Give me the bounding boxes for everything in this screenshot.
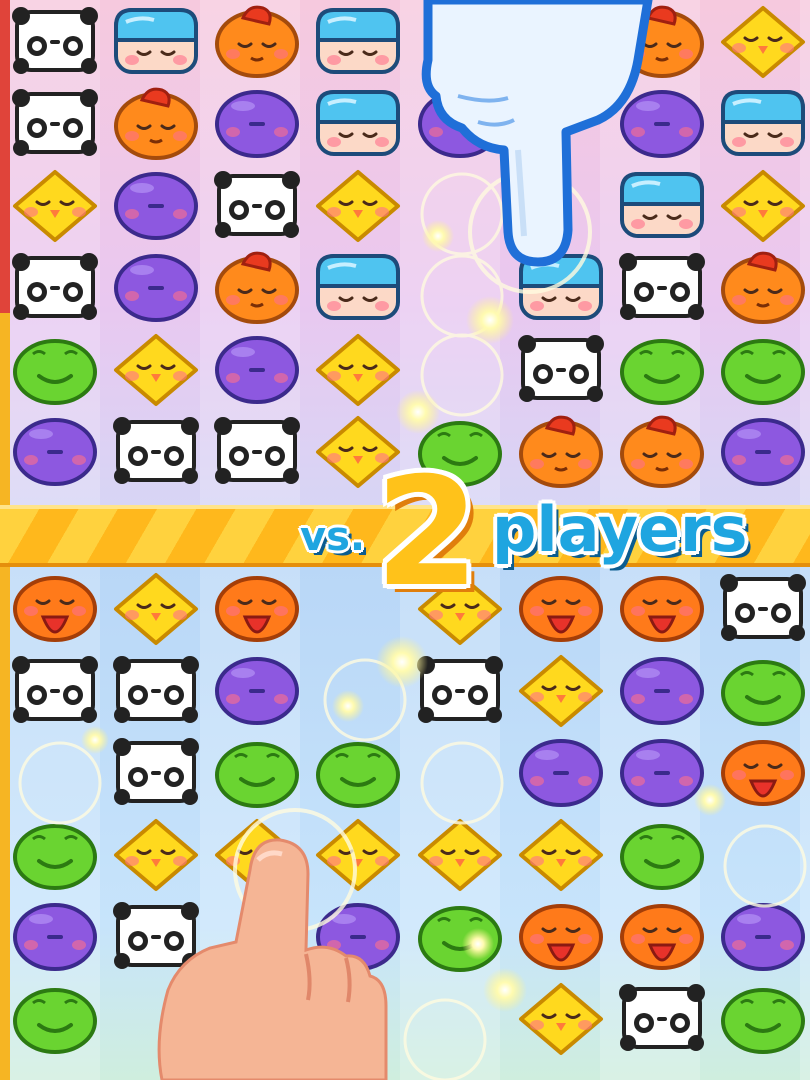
top-board-frog-piece[interactable] (717, 332, 809, 406)
bottom-board-frog-piece[interactable] (211, 735, 303, 809)
bottom-board-panda-piece[interactable] (110, 735, 202, 809)
banner-players-text: players (492, 493, 748, 566)
banner-vs-text: vs. (300, 514, 366, 560)
bottom-board-plum-piece[interactable] (515, 735, 607, 809)
top-board-plum-piece[interactable] (110, 250, 202, 324)
bottom-board-chick-piece[interactable] (110, 571, 202, 645)
top-board-panda-piece[interactable] (515, 332, 607, 406)
top-board-chick-piece[interactable] (9, 168, 101, 242)
bottom-board-fox-piece[interactable] (211, 571, 303, 645)
bottom-board-frog-piece[interactable] (717, 981, 809, 1055)
top-board-panda-piece[interactable] (211, 168, 303, 242)
top-board-frog-piece[interactable] (9, 332, 101, 406)
top-board-plum-piece[interactable] (211, 332, 303, 406)
bottom-board-fox-piece[interactable] (616, 899, 708, 973)
bottom-board-chick-piece[interactable] (515, 653, 607, 727)
bottom-board-chick-piece[interactable] (414, 817, 506, 891)
top-board-bird-piece[interactable] (211, 4, 303, 78)
top-board-plum-piece[interactable] (110, 168, 202, 242)
bottom-board-chick-piece[interactable] (515, 981, 607, 1055)
top-board-blue-piece[interactable] (312, 86, 404, 160)
bottom-board-frog-piece[interactable] (616, 817, 708, 891)
top-board-plum-piece[interactable] (9, 414, 101, 488)
top-player-board (0, 0, 810, 505)
bottom-player-hand-icon (157, 838, 388, 1080)
bottom-board-frog-piece[interactable] (717, 653, 809, 727)
top-board-bird-piece[interactable] (211, 250, 303, 324)
top-board-bird-piece[interactable] (717, 250, 809, 324)
top-board-blue-piece[interactable] (110, 4, 202, 78)
bottom-board-panda-piece[interactable] (9, 653, 101, 727)
bottom-board-plum-piece[interactable] (9, 899, 101, 973)
top-board-blue-piece[interactable] (717, 86, 809, 160)
bottom-board-plum-piece[interactable] (211, 653, 303, 727)
top-board-frog-piece[interactable] (616, 332, 708, 406)
bottom-board-panda-piece[interactable] (616, 981, 708, 1055)
top-board-blue-piece[interactable] (312, 4, 404, 78)
top-board-plum-piece[interactable] (211, 86, 303, 160)
top-board-chick-piece[interactable] (312, 332, 404, 406)
top-board-blue-piece[interactable] (312, 250, 404, 324)
top-board-panda-piece[interactable] (110, 414, 202, 488)
bottom-board-fox-piece[interactable] (9, 571, 101, 645)
bottom-board-fox-piece[interactable] (515, 899, 607, 973)
top-board-panda-piece[interactable] (9, 4, 101, 78)
top-board-panda-piece[interactable] (9, 250, 101, 324)
top-board-chick-piece[interactable] (717, 4, 809, 78)
top-board-chick-piece[interactable] (312, 168, 404, 242)
bottom-board-panda-piece[interactable] (110, 653, 202, 727)
bottom-board-fox-piece[interactable] (717, 735, 809, 809)
banner-number-text: 2 (375, 446, 480, 620)
top-board-bird-piece[interactable] (110, 86, 202, 160)
bottom-board-frog-piece[interactable] (9, 981, 101, 1055)
top-board-panda-piece[interactable] (211, 414, 303, 488)
top-player-hand-icon (421, 0, 653, 267)
top-board-chick-piece[interactable] (717, 168, 809, 242)
bottom-board-frog-piece[interactable] (312, 735, 404, 809)
bottom-board-frog-piece[interactable] (414, 899, 506, 973)
bottom-board-chick-piece[interactable] (515, 817, 607, 891)
top-player-timer-bar (0, 0, 10, 505)
bottom-player-board (0, 567, 810, 1080)
bottom-player-timer-bar (0, 567, 10, 1080)
top-board-chick-piece[interactable] (110, 332, 202, 406)
bottom-board-plum-piece[interactable] (616, 735, 708, 809)
top-board-panda-piece[interactable] (9, 86, 101, 160)
bottom-board-plum-piece[interactable] (717, 899, 809, 973)
bottom-board-plum-piece[interactable] (616, 653, 708, 727)
bottom-board-panda-piece[interactable] (414, 653, 506, 727)
bottom-board-frog-piece[interactable] (9, 817, 101, 891)
vs-two-players-banner: vs. 2 players (300, 458, 770, 608)
